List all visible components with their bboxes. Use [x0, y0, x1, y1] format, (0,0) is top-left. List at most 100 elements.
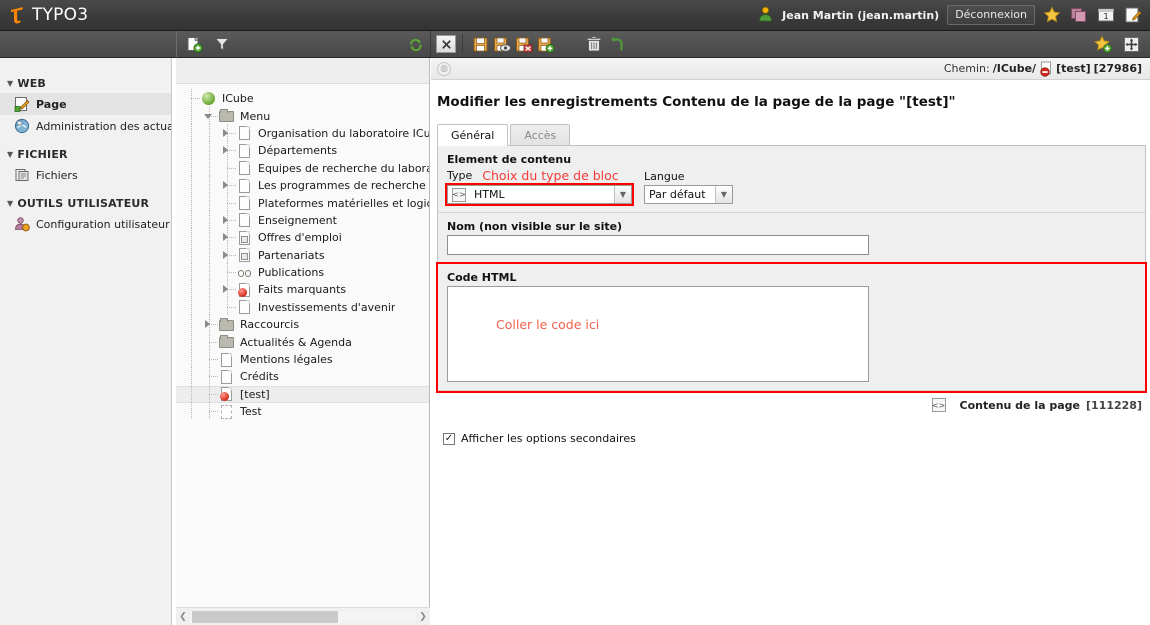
tab-general[interactable]: Général: [437, 124, 509, 146]
save-and-close-icon[interactable]: [513, 33, 535, 55]
tree-node[interactable]: Partenariats: [176, 245, 429, 264]
tree-indent: [200, 245, 218, 264]
sidebar-item-label: Fichiers: [36, 168, 78, 182]
tab-access[interactable]: Accès: [510, 124, 571, 146]
globe-icon: [200, 91, 218, 107]
tree-node[interactable]: ICube: [176, 89, 429, 108]
tree-toggle[interactable]: [218, 245, 236, 264]
typo3-logo-text: TYPO3: [32, 5, 89, 25]
tree-node[interactable]: Plateformes matérielles et logicielles: [176, 193, 429, 212]
language-select[interactable]: Par défaut ▼: [644, 185, 733, 204]
tree-node[interactable]: Test: [176, 402, 429, 421]
chevron-right-icon: [223, 181, 228, 190]
bookmark-star-icon[interactable]: [1043, 5, 1062, 25]
tree-node[interactable]: Départements: [176, 141, 429, 160]
tree-toggle[interactable]: [218, 158, 236, 177]
scroll-left-icon[interactable]: ❮: [176, 612, 190, 622]
typo3-logo[interactable]: TYPO3: [0, 5, 88, 25]
add-bookmark-icon[interactable]: [1092, 33, 1114, 55]
scroll-right-icon[interactable]: ❯: [416, 612, 430, 622]
fullscreen-icon[interactable]: [1120, 33, 1142, 55]
html-code-icon: <>: [931, 398, 946, 412]
sidebar-item-page[interactable]: Page: [0, 93, 171, 115]
scrollbar-thumb[interactable]: [192, 610, 338, 623]
secondary-options-checkbox[interactable]: ✓: [443, 432, 455, 445]
current-user[interactable]: Jean Martin (jean.martin): [758, 6, 939, 25]
tree-node-label: Menu: [240, 109, 271, 123]
tree-node-label: Crédits: [240, 370, 279, 384]
module-section-web[interactable]: ▼ WEB: [0, 74, 171, 93]
tree-toggle[interactable]: [218, 123, 236, 142]
close-icon[interactable]: [436, 35, 456, 53]
save-and-view-icon[interactable]: [491, 33, 513, 55]
tree-toggle[interactable]: [200, 350, 218, 369]
tree-toggle[interactable]: [218, 297, 236, 316]
tree-toggle[interactable]: [218, 193, 236, 212]
filter-icon[interactable]: [211, 33, 233, 55]
tree-toggle[interactable]: [200, 384, 218, 403]
scrollbar-track[interactable]: [190, 610, 416, 623]
sidebar-item-filelist[interactable]: Fichiers: [0, 164, 171, 186]
tree-node[interactable]: Publications: [176, 263, 429, 282]
tree-indent: [200, 280, 218, 299]
tree-toggle[interactable]: [200, 402, 218, 421]
tree-toggle[interactable]: [200, 367, 218, 386]
refresh-icon[interactable]: [404, 33, 426, 55]
tree-node[interactable]: Faits marquants: [176, 280, 429, 299]
undo-icon[interactable]: [605, 33, 627, 55]
form-tabs: Général Accès: [431, 124, 1150, 146]
page-hidden-icon: [236, 282, 254, 298]
tree-toggle[interactable]: [182, 89, 200, 108]
secondary-options-row[interactable]: ✓ Afficher les options secondaires: [431, 412, 1150, 445]
tree-node[interactable]: Equipes de recherche du laboratoire ICub…: [176, 158, 429, 177]
save-and-new-icon[interactable]: [535, 33, 557, 55]
tree-toggle[interactable]: [200, 332, 218, 351]
tree-toggle[interactable]: [218, 176, 236, 195]
workspace-icon[interactable]: 1: [1097, 6, 1116, 25]
tree-node[interactable]: Offres d'emploi: [176, 228, 429, 247]
tree-node[interactable]: Organisation du laboratoire ICube: [176, 123, 429, 142]
tree-node[interactable]: Mentions légales: [176, 350, 429, 369]
chevron-down-icon[interactable]: ▼: [715, 186, 732, 203]
page-icon: [236, 178, 254, 194]
tree-node[interactable]: Menu: [176, 106, 429, 125]
sidebar-item-news-admin[interactable]: Administration des actualités: [0, 115, 171, 137]
name-input[interactable]: [447, 235, 869, 255]
tree-node[interactable]: Crédits: [176, 367, 429, 386]
module-section-user-tools[interactable]: ▼ OUTILS UTILISATEUR: [0, 194, 171, 213]
record-footer: <> Contenu de la page [111228]: [431, 392, 1150, 412]
delete-icon[interactable]: [583, 33, 605, 55]
tree-node[interactable]: Enseignement: [176, 210, 429, 229]
clipboard-icon[interactable]: [1070, 6, 1089, 25]
chevron-down-icon[interactable]: ▼: [614, 186, 631, 203]
tree-indent: [182, 123, 200, 142]
module-section-file[interactable]: ▼ FICHIER: [0, 145, 171, 164]
tree-toggle[interactable]: [218, 280, 236, 299]
tree-node-label: Faits marquants: [258, 283, 347, 297]
tree-node[interactable]: Les programmes de recherche transversaux: [176, 176, 429, 195]
tree-toggle[interactable]: [200, 106, 218, 125]
sidebar-item-label: Administration des actualités: [36, 119, 171, 133]
tree-node[interactable]: [test]: [176, 384, 429, 404]
tree-toggle[interactable]: [218, 210, 236, 229]
tree-toggle[interactable]: [218, 263, 236, 282]
top-bar: TYPO3 Jean Martin (jean.martin) Déconnex…: [0, 0, 1150, 31]
save-icon[interactable]: [469, 33, 491, 55]
tree-toggle[interactable]: [218, 141, 236, 160]
tree-indent: [182, 263, 200, 282]
tree-toggle[interactable]: [218, 228, 236, 247]
tree-node-label: Test: [240, 405, 262, 419]
tree-node-label: Investissements d'avenir: [258, 300, 396, 314]
tree-toggle[interactable]: [200, 315, 218, 334]
sidebar-item-user-settings[interactable]: Configuration utilisateur: [0, 213, 171, 235]
logout-button[interactable]: Déconnexion: [947, 5, 1035, 25]
tree-node[interactable]: Raccourcis: [176, 315, 429, 334]
type-select[interactable]: <> HTML ▼: [445, 183, 634, 206]
tree-node[interactable]: Actualités & Agenda: [176, 332, 429, 351]
tree-node[interactable]: Investissements d'avenir: [176, 297, 429, 316]
page-tree[interactable]: ICube Menu Organisation du laboratoire ICu…: [176, 84, 429, 607]
edit-doc-icon[interactable]: [1124, 6, 1143, 25]
page-tree-horizontal-scrollbar[interactable]: ❮ ❯: [176, 607, 430, 625]
html-code-textarea[interactable]: Coller le code ici: [447, 286, 869, 382]
new-record-icon[interactable]: [183, 33, 205, 55]
